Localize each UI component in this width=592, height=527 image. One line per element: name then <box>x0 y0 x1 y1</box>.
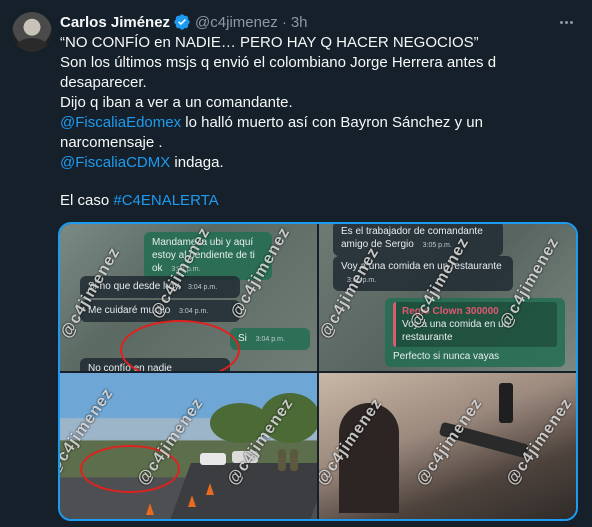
person <box>290 449 298 471</box>
highlight-circle <box>120 320 240 371</box>
message-time: 3:04 p.m. <box>255 336 285 343</box>
police-car <box>200 453 226 465</box>
message-text: Perfecto si nunca vayas <box>393 351 500 362</box>
case-prefix: El caso <box>60 192 114 209</box>
mention-link[interactable]: @FiscaliaCDMX <box>60 154 170 171</box>
person <box>278 449 286 471</box>
traffic-cone <box>206 483 214 495</box>
message-time: 3:04 p.m. <box>187 284 218 291</box>
chat-message: Si 3:04 p.m. <box>230 328 310 350</box>
message-time: 3:04 p.m. <box>179 308 209 315</box>
separator-dot: · <box>281 13 287 31</box>
message-text: Si <box>238 333 247 344</box>
hashtag-link[interactable]: #C4ENALERTA <box>113 192 218 209</box>
tweet-line: @FiscaliaEdomex lo halló muerto así con … <box>60 113 576 153</box>
tweet-line: Son los últimos msjs q envió el colombia… <box>60 54 497 91</box>
tweet-line: Dijo q iban a ver a un comandante. <box>60 94 293 111</box>
tweet-line: @FiscaliaCDMX indaga. <box>60 153 576 173</box>
author-handle[interactable]: @c4jimenez <box>195 14 278 31</box>
roadside-photo[interactable]: @c4jimenez @c4jimenez @c4jimenez <box>60 373 317 519</box>
traffic-cone <box>146 503 154 515</box>
person <box>499 383 513 423</box>
tweet: Carlos Jiménez @c4jimenez · 3h “NO CONFÍ… <box>0 0 592 527</box>
avatar[interactable] <box>12 12 52 52</box>
tweet-line-rest: indaga. <box>170 154 224 171</box>
chat-screenshot-2[interactable]: Es el trabajador de comandante amigo de … <box>319 224 576 371</box>
gym-photo[interactable]: @c4jimenez @c4jimenez @c4jimenez <box>319 373 576 519</box>
tweet-time[interactable]: 3h <box>291 14 308 31</box>
tweet-text: “NO CONFÍO en NADIE… PERO HAY Q HACER NE… <box>60 33 576 211</box>
chat-message: Regio Clown 300000 Voy a una comida en u… <box>385 298 565 367</box>
message-time: 3:05 p.m. <box>422 242 452 249</box>
tweet-line: El caso #C4ENALERTA <box>60 191 576 211</box>
chat-screenshot-1[interactable]: Mandame la ubi y aquí estoy al pendiente… <box>60 224 317 371</box>
more-options-icon[interactable] <box>556 12 576 32</box>
mention-link[interactable]: @FiscaliaEdomex <box>60 114 181 131</box>
traffic-cone <box>188 495 196 507</box>
media-grid[interactable]: Mandame la ubi y aquí estoy al pendiente… <box>58 222 578 521</box>
author-name[interactable]: Carlos Jiménez <box>60 14 170 31</box>
tweet-line: “NO CONFÍO en NADIE… PERO HAY Q HACER NE… <box>60 34 479 51</box>
tweet-header: Carlos Jiménez @c4jimenez · 3h <box>60 12 308 32</box>
chat-message: Es el trabajador de comandante amigo de … <box>333 224 503 256</box>
verified-badge-icon <box>174 14 190 30</box>
